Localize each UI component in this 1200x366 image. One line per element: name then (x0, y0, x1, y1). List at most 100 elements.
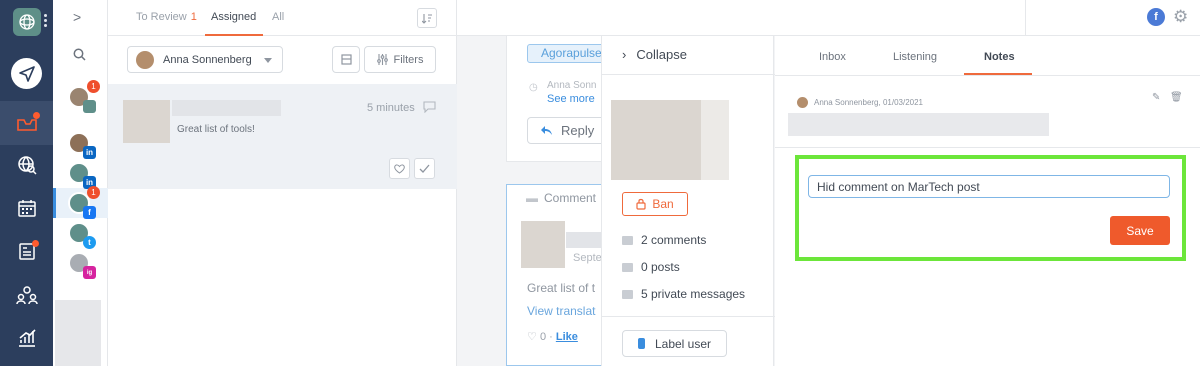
notes-panel: Inbox Listening Notes Anna Sonnenberg, 0… (775, 36, 1200, 366)
like-link[interactable]: Like (556, 331, 578, 343)
app-logo-icon[interactable] (13, 8, 41, 36)
lock-icon (636, 198, 646, 210)
tab-notes[interactable]: Notes (984, 51, 1015, 63)
avatar (136, 50, 154, 69)
publish-send-icon[interactable] (11, 58, 42, 89)
chevron-down-icon (264, 58, 272, 63)
tab-all[interactable]: All (272, 11, 284, 23)
reply-arrow-icon (541, 126, 552, 135)
inbox-list-panel: To Review 1 Assigned All Anna Sonnenberg … (108, 0, 457, 366)
note-text-redacted (788, 113, 1049, 136)
check-icon (419, 164, 430, 173)
sort-icon[interactable] (417, 8, 437, 28)
item-thumbnail (123, 100, 170, 143)
assigned-user-name: Anna Sonnenberg (163, 53, 252, 66)
posts-icon (622, 262, 633, 272)
reply-button[interactable]: Reply (527, 117, 607, 144)
collapse-button[interactable]: › Collapse (622, 47, 687, 62)
expand-chevron-icon[interactable]: > (73, 9, 81, 25)
page-name-chip[interactable]: Agorapulse (527, 44, 605, 63)
tab-listening[interactable]: Listening (893, 51, 937, 63)
reports-nav-icon[interactable] (14, 238, 40, 264)
profiles-column: > 1 in in f 1 t ig (53, 0, 108, 366)
assigned-user-dropdown[interactable]: Anna Sonnenberg (127, 46, 283, 73)
listening-nav-icon[interactable] (14, 152, 40, 178)
profile-facebook[interactable]: f 1 (68, 186, 100, 219)
item-author-redacted (172, 100, 281, 116)
facebook-icon: f (83, 206, 96, 219)
feed-top-bar: f ⚙ (457, 0, 1200, 36)
comment-header: ▬ Comment (526, 191, 597, 205)
team-nav-icon[interactable] (14, 282, 40, 308)
posts-stat: 0 posts (622, 260, 680, 274)
comment-likes: ♡ 0 · Like (527, 331, 578, 343)
active-tab-indicator (205, 34, 263, 36)
comment-thumbnail (521, 221, 565, 268)
calendar-nav-icon[interactable] (14, 195, 40, 221)
inbox-tabs: To Review 1 Assigned All (108, 0, 457, 36)
profile-twitter[interactable]: t (68, 222, 96, 249)
main-nav-rail (0, 0, 53, 366)
divider (602, 316, 775, 317)
tab-assigned[interactable]: Assigned (211, 11, 256, 23)
inbox-nav-icon[interactable] (0, 101, 53, 145)
label-user-button[interactable]: Label user (622, 330, 727, 357)
envelope-icon (622, 289, 633, 299)
note-author-date: Anna Sonnenberg, 01/03/2021 (814, 98, 923, 107)
tab-to-review[interactable]: To Review 1 (136, 11, 197, 23)
gear-icon[interactable]: ⚙ (1173, 7, 1188, 27)
tab-inbox[interactable]: Inbox (819, 51, 846, 63)
conversation-feed: f ⚙ Agorapulse ◷ Anna Sonn See more Repl… (457, 0, 1200, 366)
post-author: Anna Sonn (547, 80, 597, 91)
trash-icon[interactable]: 🗑 (1170, 92, 1183, 103)
profile-instagram[interactable]: ig (68, 252, 96, 279)
more-options-icon[interactable] (44, 14, 47, 28)
item-text: Great list of tools! (177, 124, 255, 135)
search-icon[interactable] (73, 48, 86, 66)
comment-bubble-icon (423, 100, 436, 118)
list-item[interactable]: 5 minutes Great list of tools! (108, 84, 457, 189)
chevron-right-icon: › (622, 47, 627, 62)
edit-icon[interactable]: ✎ (1152, 92, 1160, 103)
comment-card[interactable]: ▬ Comment Septe Great list of t View tran… (506, 184, 607, 366)
heart-icon (394, 163, 405, 174)
tag-icon (637, 338, 645, 349)
facebook-icon[interactable]: f (1147, 8, 1165, 26)
instagram-icon: ig (83, 266, 96, 279)
see-more-link[interactable]: See more (547, 93, 595, 105)
ban-button[interactable]: Ban (622, 192, 688, 216)
profiles-placeholder (55, 300, 101, 366)
filters-button[interactable]: Filters (364, 46, 436, 73)
heart-icon: ♡ (527, 331, 537, 343)
user-photo-edge (701, 100, 729, 180)
clock-icon: ◷ (529, 82, 538, 93)
mark-done-button[interactable] (414, 158, 435, 179)
note-editor-highlight (795, 155, 1186, 261)
divider (775, 147, 1200, 148)
save-button[interactable]: Save (1110, 216, 1170, 245)
bulk-action-button[interactable] (332, 46, 360, 73)
user-photo (611, 100, 701, 180)
comments-stat: 2 comments (622, 233, 706, 247)
app-root: > 1 in in f 1 t ig To Review 1 Assigned … (0, 0, 1200, 366)
view-translation-link[interactable]: View translat (527, 304, 595, 318)
comments-icon (622, 235, 633, 245)
divider (602, 74, 775, 75)
linkedin-icon: in (83, 146, 96, 159)
profile-count-badge: 1 (87, 80, 100, 93)
multi-network-icon (83, 100, 96, 113)
profile-linkedin-company[interactable]: in (68, 162, 96, 189)
profile-group-avatar[interactable]: 1 (68, 80, 100, 113)
filter-sliders-icon (376, 54, 388, 65)
comment-icon: ▬ (526, 191, 538, 205)
analytics-nav-icon[interactable] (14, 325, 40, 351)
profile-linkedin-person[interactable]: in (68, 132, 96, 159)
private-messages-stat: 5 private messages (622, 287, 745, 301)
avatar (797, 97, 808, 108)
user-details-panel: › Collapse Ban 2 comments 0 posts 5 priva… (601, 36, 775, 366)
to-review-count: 1 (190, 11, 197, 23)
twitter-icon: t (83, 236, 96, 249)
note-input[interactable] (808, 175, 1170, 198)
comment-text: Great list of t (527, 281, 596, 295)
like-heart-button[interactable] (389, 158, 410, 179)
